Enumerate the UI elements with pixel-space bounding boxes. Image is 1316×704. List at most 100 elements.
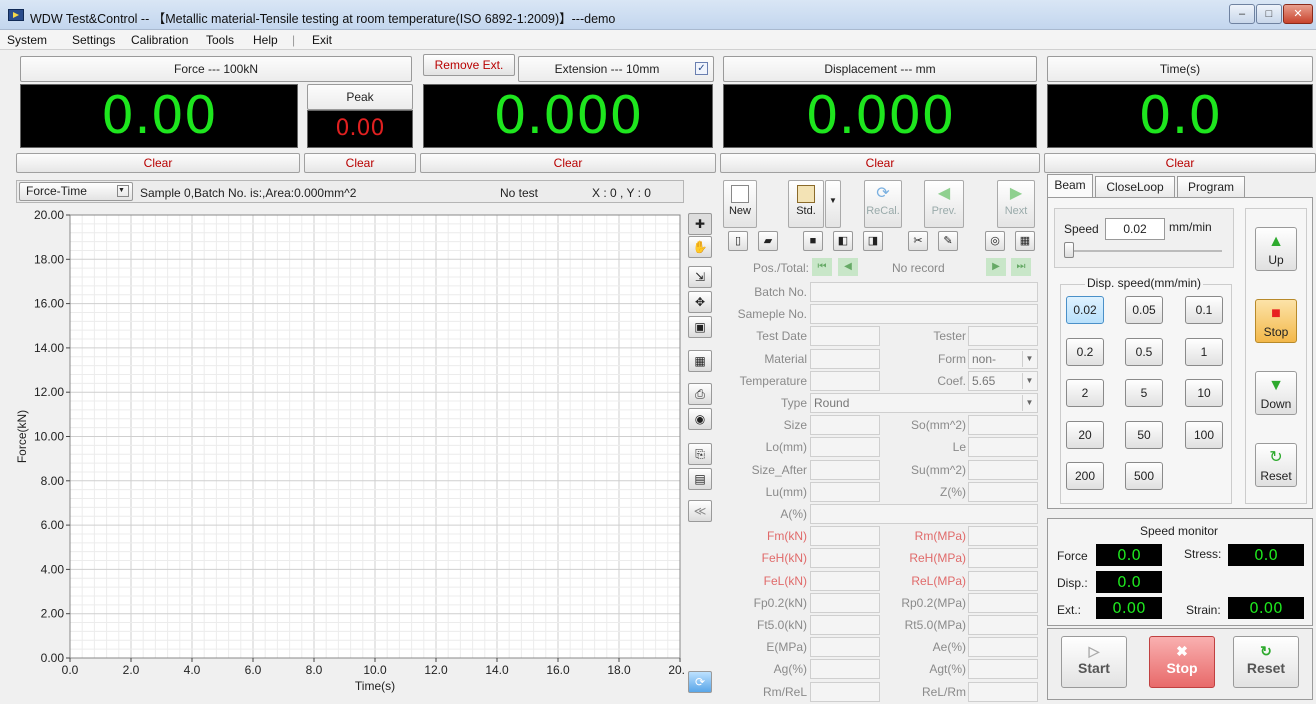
remove-ext-button[interactable]: Remove Ext. [423, 54, 515, 76]
field-rel[interactable] [968, 571, 1038, 591]
zoom-xy-icon[interactable]: ⇲ [688, 266, 712, 288]
field-fm[interactable] [810, 526, 880, 546]
speed-preset-button[interactable]: 0.05 [1125, 296, 1163, 324]
prev-record-icon[interactable]: ◀ [838, 258, 858, 276]
first-record-icon[interactable]: ⏮ [812, 258, 832, 276]
select-coef[interactable]: 5.65 ▼ [968, 371, 1038, 391]
time-clear-button[interactable]: Clear [1044, 153, 1316, 173]
brush-icon[interactable]: ✎ [938, 231, 958, 251]
new-button[interactable]: New [723, 180, 757, 228]
menu-settings[interactable]: Settings [72, 33, 115, 47]
field-rm[interactable] [968, 526, 1038, 546]
next-record-icon[interactable]: ▶ [986, 258, 1006, 276]
close-button[interactable]: ✕ [1283, 4, 1313, 24]
speed-preset-button[interactable]: 2 [1066, 379, 1104, 407]
next-button[interactable]: ▶ Next [997, 180, 1035, 228]
field-a[interactable] [810, 504, 1038, 524]
field-sample[interactable] [810, 304, 1038, 324]
field-so[interactable] [968, 415, 1038, 435]
displacement-clear-button[interactable]: Clear [720, 153, 1040, 173]
std-button[interactable]: Std. [788, 180, 824, 228]
print-icon[interactable]: ⎙ [688, 383, 712, 405]
field-feh[interactable] [810, 548, 880, 568]
up-button[interactable]: ▲ Up [1255, 227, 1297, 271]
field-e[interactable] [810, 637, 880, 657]
menu-exit[interactable]: Exit [312, 33, 332, 47]
speed-slider-track[interactable] [1064, 250, 1222, 252]
field-size_after[interactable] [810, 460, 880, 480]
field-rt[interactable] [968, 615, 1038, 635]
speed-preset-button[interactable]: 500 [1125, 462, 1163, 490]
speed-preset-button[interactable]: 0.2 [1066, 338, 1104, 366]
disk-icon[interactable]: ◉ [688, 408, 712, 430]
cut-icon[interactable]: ✂ [908, 231, 928, 251]
calculator-icon[interactable]: ▦ [1015, 231, 1035, 251]
field-rmrel[interactable] [810, 682, 880, 702]
field-su[interactable] [968, 460, 1038, 480]
field-tester[interactable] [968, 326, 1038, 346]
open-folder-icon[interactable]: ▰ [758, 231, 778, 251]
field-fel[interactable] [810, 571, 880, 591]
field-material[interactable] [810, 349, 880, 369]
reset-button[interactable]: ↻ Reset [1233, 636, 1299, 688]
crosshair-tool-icon[interactable]: ✚ [688, 213, 712, 235]
force-time-chart[interactable]: 0.02.04.06.08.010.012.014.016.018.020.00… [15, 205, 692, 699]
force-clear-button[interactable]: Clear [16, 153, 300, 173]
peak-clear-button[interactable]: Clear [304, 153, 416, 173]
field-le[interactable] [968, 437, 1038, 457]
graph-view-icon[interactable]: ▦ [688, 350, 712, 372]
speed-preset-button[interactable]: 0.02 [1066, 296, 1104, 324]
type-select[interactable]: Round ▼ [810, 393, 1038, 413]
graph-mode-select[interactable]: Force-Time ▼ [19, 182, 133, 201]
field-fp[interactable] [810, 593, 880, 613]
std-dropdown-button[interactable]: ▼ [825, 180, 841, 228]
field-z[interactable] [968, 482, 1038, 502]
speed-preset-button[interactable]: 0.5 [1125, 338, 1163, 366]
extension-clear-button[interactable]: Clear [420, 153, 716, 173]
menu-help[interactable]: Help [253, 33, 278, 47]
speed-preset-button[interactable]: 20 [1066, 421, 1104, 449]
save-icon[interactable]: ■ [803, 231, 823, 251]
recal-button[interactable]: ⟳ ReCal. [864, 180, 902, 228]
maximize-button[interactable]: □ [1256, 4, 1282, 24]
refresh-icon[interactable]: ⟳ [688, 671, 712, 693]
speed-preset-button[interactable]: 1 [1185, 338, 1223, 366]
beam-stop-button[interactable]: ■ Stop [1255, 299, 1297, 343]
field-temperature[interactable] [810, 371, 880, 391]
field-ae[interactable] [968, 637, 1038, 657]
speed-preset-button[interactable]: 10 [1185, 379, 1223, 407]
field-relrm[interactable] [968, 682, 1038, 702]
speed-preset-button[interactable]: 5 [1125, 379, 1163, 407]
tab-closeloop[interactable]: CloseLoop [1095, 176, 1175, 198]
zoom-rect-icon[interactable]: ▣ [688, 316, 712, 338]
speed-slider-thumb[interactable] [1064, 242, 1074, 258]
field-agt[interactable] [968, 659, 1038, 679]
field-lo[interactable] [810, 437, 880, 457]
tab-program[interactable]: Program [1177, 176, 1245, 198]
field-batch[interactable] [810, 282, 1038, 302]
speed-preset-button[interactable]: 100 [1185, 421, 1223, 449]
field-reh[interactable] [968, 548, 1038, 568]
speed-preset-button[interactable]: 50 [1125, 421, 1163, 449]
minimize-button[interactable]: – [1229, 4, 1255, 24]
field-size[interactable] [810, 415, 880, 435]
zoom-fit-icon[interactable]: ✥ [688, 291, 712, 313]
speed-input[interactable]: 0.02 [1105, 218, 1165, 240]
doc-icon[interactable]: ▯ [728, 231, 748, 251]
speed-preset-button[interactable]: 0.1 [1185, 296, 1223, 324]
clipboard-icon[interactable]: ▤ [688, 468, 712, 490]
pan-hand-icon[interactable]: ✋ [688, 236, 712, 258]
beam-reset-button[interactable]: ↻ Reset [1255, 443, 1297, 487]
menu-calibration[interactable]: Calibration [131, 33, 188, 47]
field-ft[interactable] [810, 615, 880, 635]
start-button[interactable]: ▷ Start [1061, 636, 1127, 688]
prev-button[interactable]: ◀ Prev. [924, 180, 964, 228]
save-all-icon[interactable]: ◧ [833, 231, 853, 251]
menu-system[interactable]: System [7, 33, 47, 47]
select-form[interactable]: non- ▼ [968, 349, 1038, 369]
copy-icon[interactable]: ⎘ [688, 443, 712, 465]
rewind-icon[interactable]: ≪ [688, 500, 712, 522]
field-ag[interactable] [810, 659, 880, 679]
last-record-icon[interactable]: ⏭ [1011, 258, 1031, 276]
tab-beam[interactable]: Beam [1047, 174, 1093, 198]
